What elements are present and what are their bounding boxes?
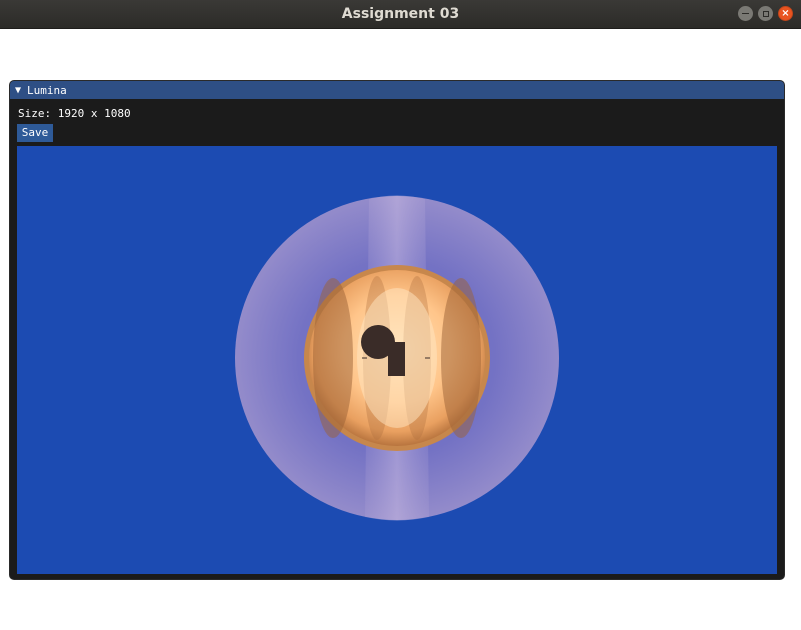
panel-title: Lumina xyxy=(27,83,67,97)
panel-titlebar[interactable]: ▼ Lumina xyxy=(10,81,784,99)
window-titlebar[interactable]: Assignment 03 × xyxy=(0,0,801,29)
maximize-icon xyxy=(762,10,769,17)
size-label: Size: 1920 x 1080 xyxy=(18,107,131,120)
save-button[interactable]: Save xyxy=(17,124,53,142)
close-icon: × xyxy=(781,7,790,19)
maximize-button[interactable] xyxy=(758,6,773,21)
minimize-icon xyxy=(742,13,749,14)
render-viewport[interactable] xyxy=(17,146,777,574)
rendered-scene xyxy=(235,195,559,521)
collapse-arrow-icon[interactable]: ▼ xyxy=(15,85,21,96)
inner-shadow-right xyxy=(441,278,481,438)
inner-shadow-left xyxy=(313,278,353,438)
window-title: Assignment 03 xyxy=(341,6,460,22)
close-button[interactable]: × xyxy=(778,6,793,21)
minimize-button[interactable] xyxy=(738,6,753,21)
dark-cube xyxy=(388,342,405,376)
lumina-panel: ▼ Lumina Size: 1920 x 1080 Save xyxy=(9,80,785,580)
